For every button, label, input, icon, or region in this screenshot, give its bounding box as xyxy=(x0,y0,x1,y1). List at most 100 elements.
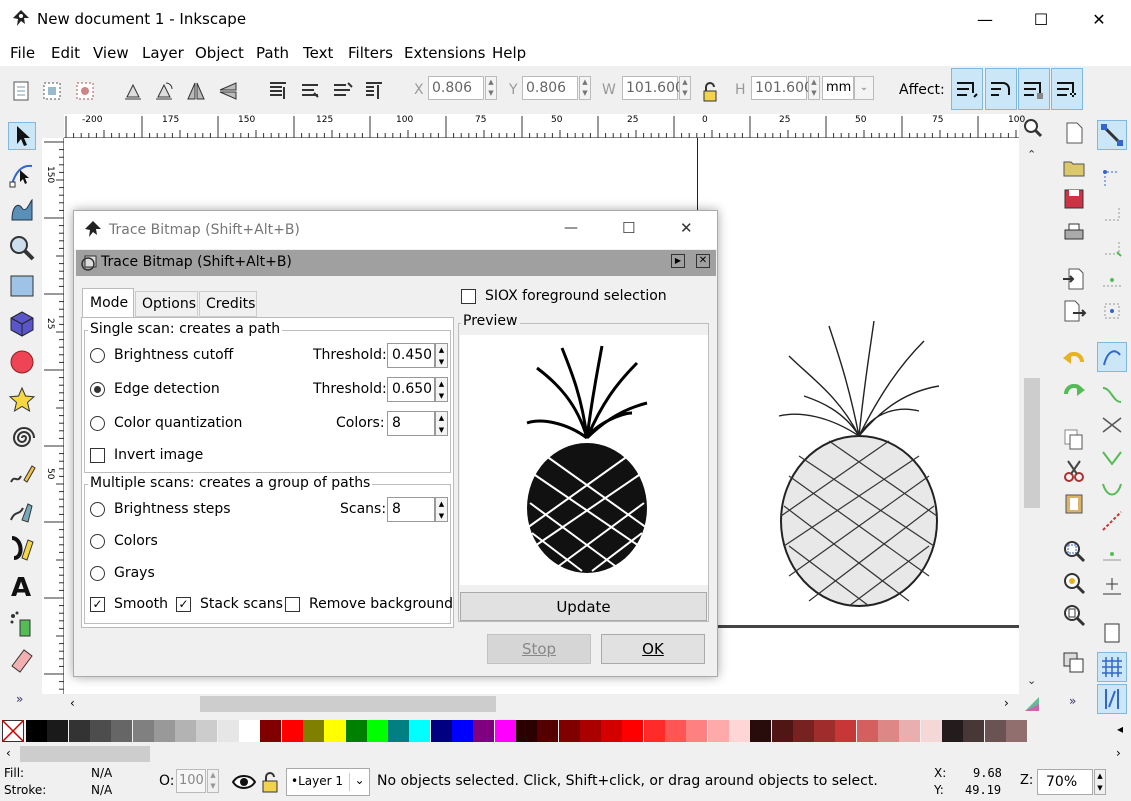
rectangle-tool-icon[interactable] xyxy=(8,272,36,300)
snap-midpoints-icon[interactable] xyxy=(1099,508,1125,534)
siox-label[interactable]: SIOX foreground selection xyxy=(485,288,667,304)
lock-icon[interactable] xyxy=(261,771,279,793)
snap-cusp-nodes-icon[interactable] xyxy=(1099,444,1125,470)
y-stepper[interactable]: ▲ ▼ xyxy=(579,76,591,100)
scans-input[interactable]: 8 xyxy=(387,497,435,522)
fill-value[interactable]: N/A xyxy=(91,766,112,780)
smooth-label[interactable]: Smooth xyxy=(114,596,168,612)
tab-mode[interactable]: Mode xyxy=(82,288,134,318)
color-swatch[interactable] xyxy=(366,720,388,742)
menu-layer[interactable]: Layer xyxy=(142,44,184,62)
snap-bbox-centers-icon[interactable] xyxy=(1099,298,1125,324)
color-swatch[interactable] xyxy=(345,720,367,742)
unit-select[interactable]: mm xyxy=(822,76,854,100)
scroll-right-icon[interactable]: › xyxy=(1004,696,1009,710)
brightness-cutoff-label[interactable]: Brightness cutoff xyxy=(114,347,233,363)
cut-icon[interactable] xyxy=(1061,458,1087,484)
color-swatch[interactable] xyxy=(494,720,516,742)
threshold2-stepper[interactable]: ▲ ▼ xyxy=(435,377,448,402)
scans-stepper[interactable]: ▲ ▼ xyxy=(435,497,448,522)
menu-path[interactable]: Path xyxy=(256,44,289,62)
stop-button[interactable]: Stop xyxy=(487,634,591,664)
color-swatch[interactable] xyxy=(579,720,601,742)
stack-scans-label[interactable]: Stack scans xyxy=(200,596,283,612)
panel-close-icon[interactable]: ✕ xyxy=(696,254,710,268)
ok-button[interactable]: OK xyxy=(601,634,705,664)
calligraphy-tool-icon[interactable] xyxy=(8,534,36,562)
color-swatch[interactable] xyxy=(89,720,111,742)
smooth-checkbox[interactable]: ✓ xyxy=(90,597,105,612)
scroll-up-icon[interactable]: ⌃ xyxy=(1027,148,1036,161)
color-swatch[interactable] xyxy=(984,720,1006,742)
color-swatch[interactable] xyxy=(835,720,857,742)
color-swatch[interactable] xyxy=(196,720,218,742)
color-swatch[interactable] xyxy=(728,720,750,742)
commands-more-icon[interactable]: » xyxy=(1069,694,1076,708)
color-swatch[interactable] xyxy=(643,720,665,742)
color-swatch[interactable] xyxy=(963,720,985,742)
h-input[interactable]: 101.600 xyxy=(751,76,813,100)
snap-nodes-toggle[interactable] xyxy=(1097,342,1127,372)
color-swatch[interactable] xyxy=(601,720,623,742)
open-folder-icon[interactable] xyxy=(1061,154,1087,180)
zoom-stepper[interactable]: ▲ ▼ xyxy=(1094,769,1106,795)
vertical-scroll-thumb[interactable] xyxy=(1024,378,1040,508)
color-swatch[interactable] xyxy=(622,720,644,742)
color-quantization-label[interactable]: Color quantization xyxy=(114,415,242,431)
flip-vertical-icon[interactable] xyxy=(216,79,240,103)
copy-icon[interactable] xyxy=(1061,426,1087,452)
remove-background-label[interactable]: Remove background xyxy=(309,596,453,612)
spiral-tool-icon[interactable] xyxy=(8,424,36,452)
scroll-right-icon[interactable]: › xyxy=(1116,746,1121,760)
brightness-steps-radio[interactable] xyxy=(90,502,105,517)
horizontal-scroll-thumb[interactable] xyxy=(200,696,496,712)
color-swatch[interactable] xyxy=(473,720,495,742)
palette-scroll-thumb[interactable] xyxy=(20,746,150,762)
color-swatch[interactable] xyxy=(47,720,69,742)
stack-scans-checkbox[interactable]: ✓ xyxy=(176,597,191,612)
color-swatch[interactable] xyxy=(452,720,473,742)
colors-input[interactable]: 8 xyxy=(387,411,435,436)
snap-intersections-icon[interactable] xyxy=(1099,412,1125,438)
zoom-page-icon[interactable] xyxy=(1061,602,1087,628)
select-all-icon[interactable] xyxy=(9,79,33,103)
duplicate-icon[interactable] xyxy=(1061,650,1087,676)
affect-corners-scale-toggle[interactable] xyxy=(985,68,1017,110)
update-button[interactable]: Update xyxy=(460,592,707,621)
ellipse-tool-icon[interactable] xyxy=(8,348,36,376)
snap-object-midpoints-icon[interactable] xyxy=(1099,540,1125,566)
flip-horizontal-icon[interactable] xyxy=(184,79,208,103)
snap-page-border-icon[interactable] xyxy=(1099,620,1125,646)
affect-patterns-toggle[interactable] xyxy=(1051,68,1083,110)
color-swatch[interactable] xyxy=(878,720,899,742)
select-all-layers-icon[interactable] xyxy=(40,79,64,103)
minimize-button[interactable]: — xyxy=(956,0,1014,38)
panel-float-icon[interactable]: ▶ xyxy=(671,254,685,268)
palette-menu-icon[interactable]: ◂ xyxy=(1117,722,1123,736)
color-swatch[interactable] xyxy=(665,720,686,742)
selector-tool[interactable] xyxy=(8,122,36,150)
text-tool-icon[interactable]: A xyxy=(8,572,36,600)
pineapple-image[interactable] xyxy=(769,316,949,608)
color-swatch[interactable] xyxy=(1005,720,1027,742)
no-paint-icon[interactable] xyxy=(2,720,24,742)
dialog-minimize-button[interactable]: — xyxy=(564,220,578,236)
threshold1-stepper[interactable]: ▲ ▼ xyxy=(435,343,448,368)
chevron-down-icon[interactable]: ⌄ xyxy=(349,773,369,791)
close-button[interactable]: ✕ xyxy=(1070,0,1128,38)
colors-stepper[interactable]: ▲ ▼ xyxy=(435,411,448,436)
chevron-down-icon[interactable]: ⌄ xyxy=(854,76,874,100)
color-swatch[interactable] xyxy=(899,720,921,742)
snap-bbox-corners-icon[interactable] xyxy=(1099,234,1125,260)
raise-to-top-icon[interactable] xyxy=(266,79,290,103)
edge-detection-label[interactable]: Edge detection xyxy=(114,381,220,397)
zoom-selection-icon[interactable] xyxy=(1061,538,1087,564)
threshold1-input[interactable]: 0.450 xyxy=(387,343,435,368)
snap-bbox-icon[interactable] xyxy=(1099,166,1125,192)
color-swatch[interactable] xyxy=(686,720,708,742)
snap-bbox-edges-icon[interactable] xyxy=(1099,200,1125,226)
3d-box-tool-icon[interactable] xyxy=(8,310,36,338)
layer-select[interactable]: •Layer 1 ⌄ xyxy=(286,768,370,796)
brightness-cutoff-radio[interactable] xyxy=(90,348,105,363)
tab-options[interactable]: Options xyxy=(135,291,198,317)
